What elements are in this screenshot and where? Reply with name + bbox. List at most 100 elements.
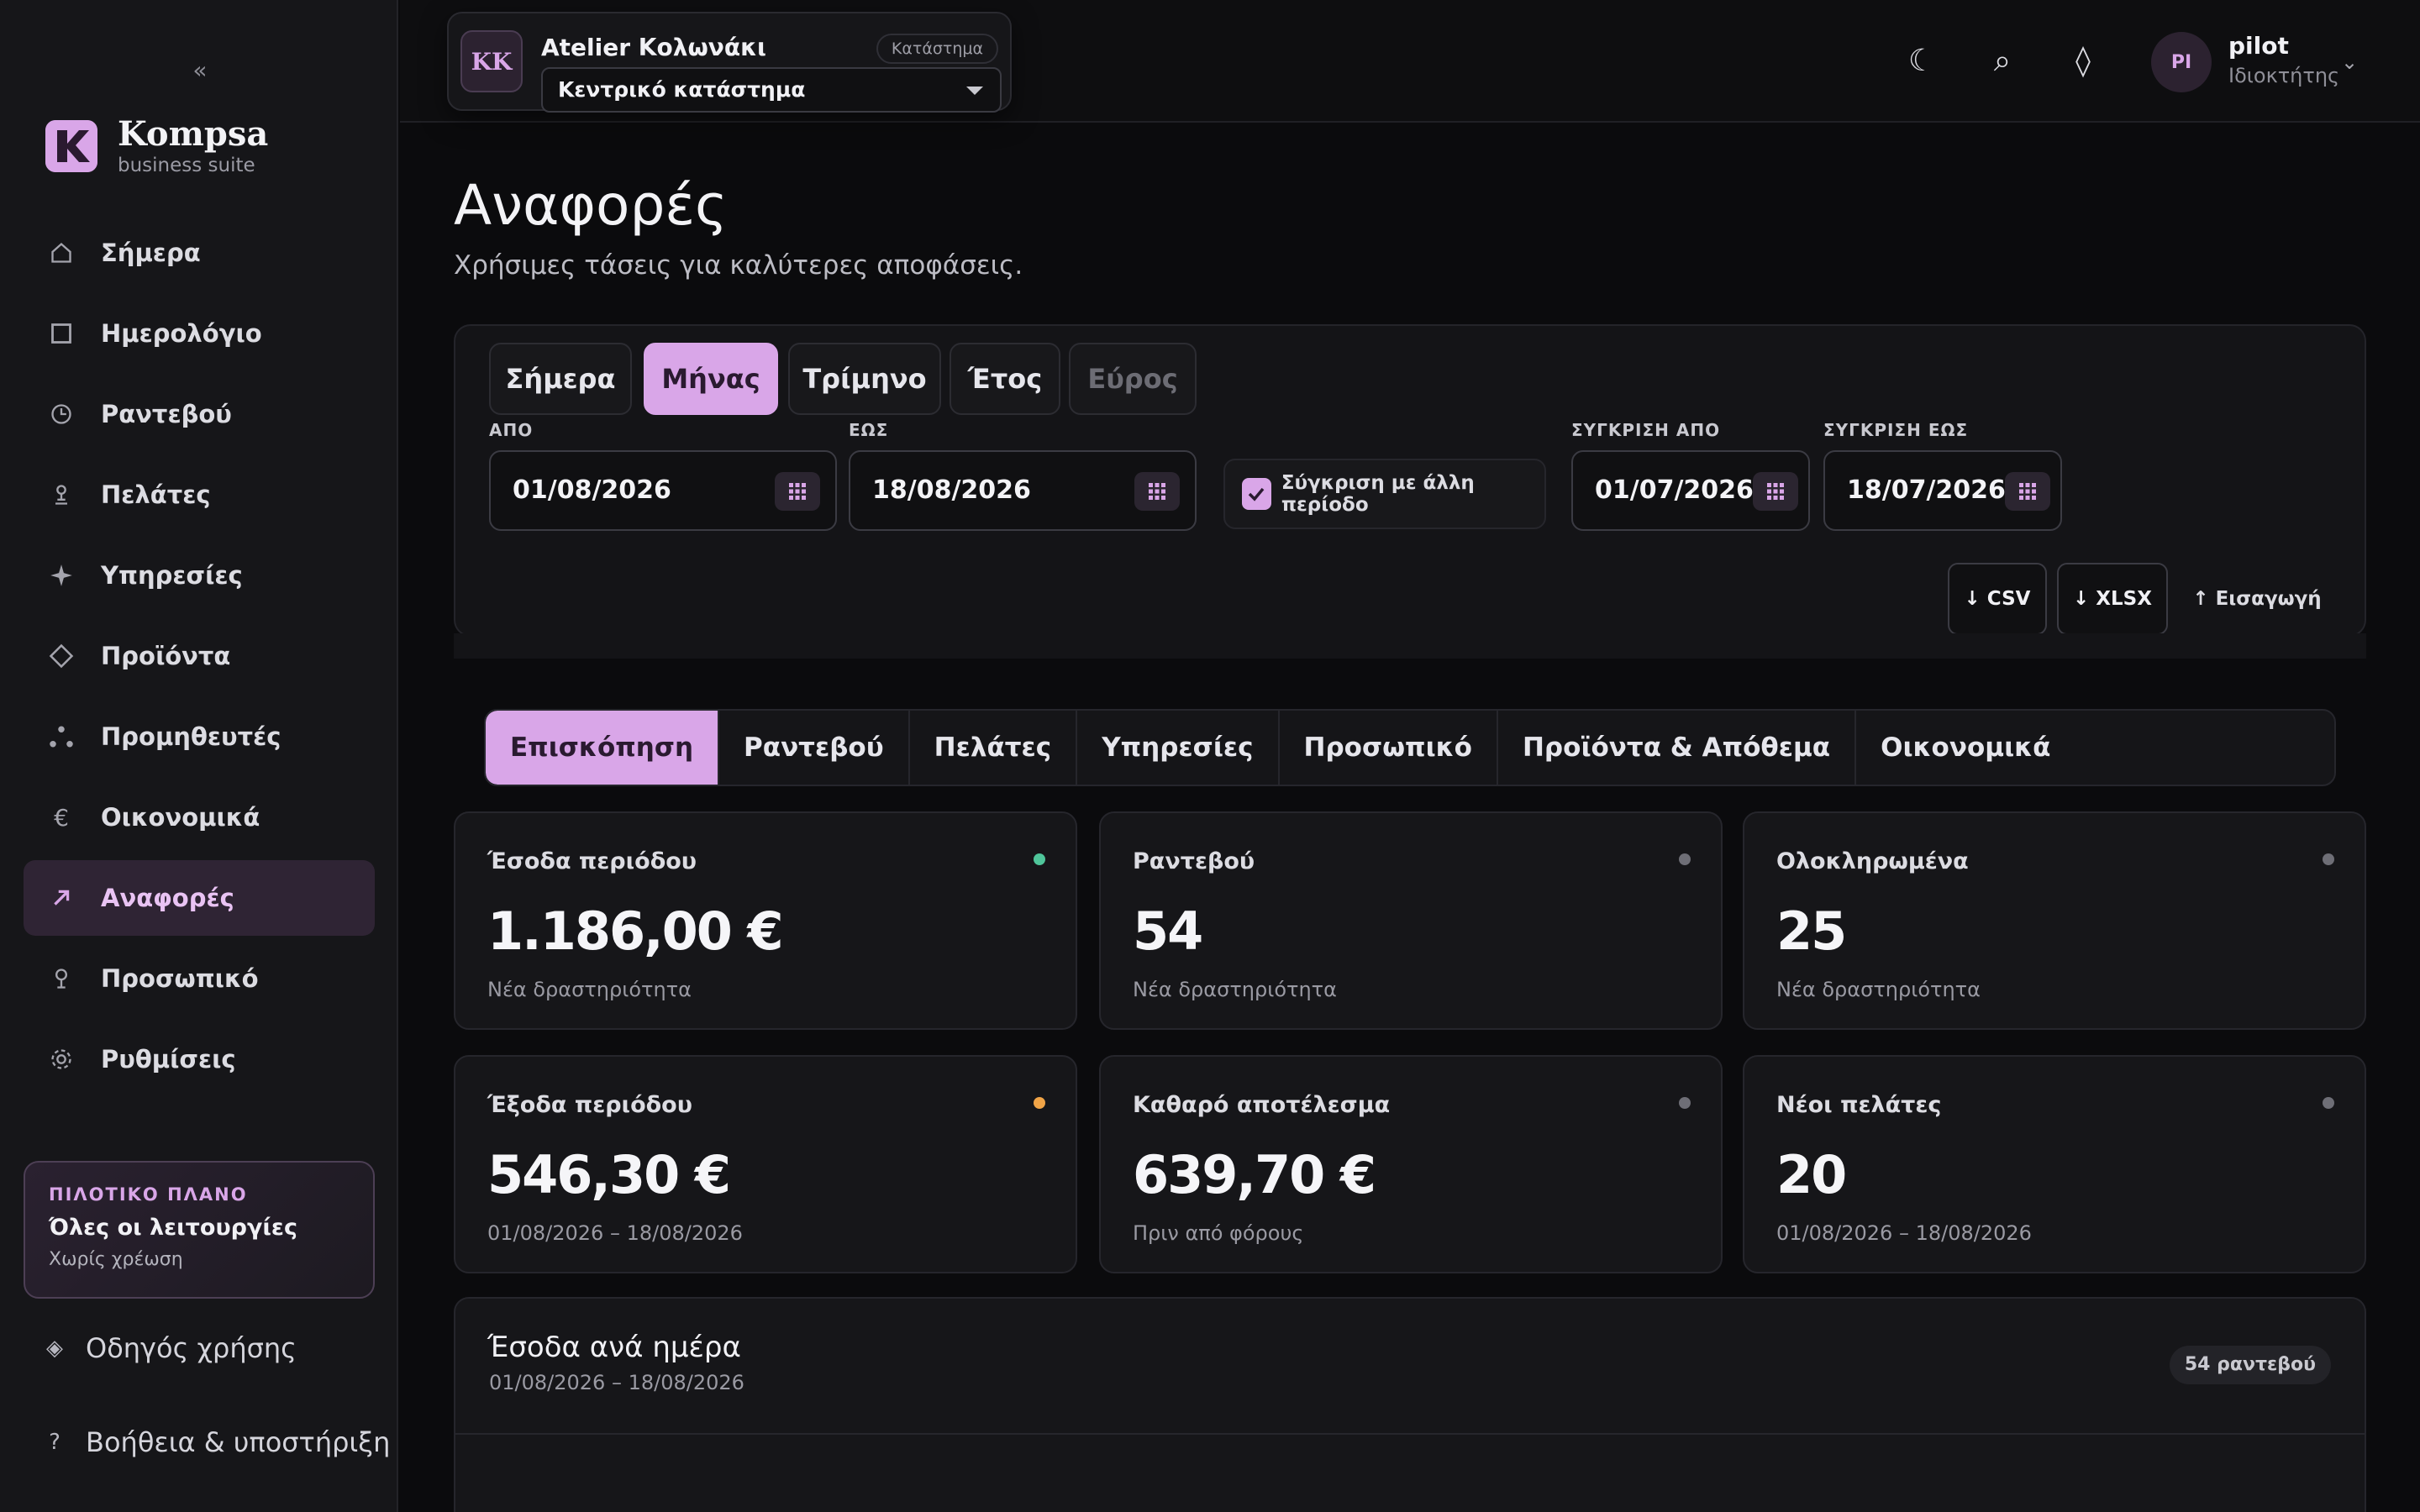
kpi-card-revenue: Έσοδα περιόδου 1.186,00 € Νέα δραστηριότ…: [454, 811, 1077, 1030]
user-guide-label: Οδηγός χρήσης: [86, 1332, 297, 1364]
period-tab-quarter[interactable]: Τρίμηνο: [788, 343, 941, 415]
calendar-icon[interactable]: [775, 472, 820, 511]
sidebar-item-staff[interactable]: Προσωπικό: [24, 941, 375, 1016]
help-support-link[interactable]: ? Βοήθεια & υποστήριξη: [42, 1426, 390, 1458]
sidebar-item-finance[interactable]: € Οικονομικά: [24, 780, 375, 855]
tab-appointments[interactable]: Ραντεβού: [719, 711, 910, 785]
sidebar-item-appointments[interactable]: Ραντεβού: [24, 376, 375, 452]
tab-overview[interactable]: Επισκόπηση: [486, 711, 720, 785]
plan-kicker: ΠΙΛΟΤΙΚΟ ΠΛΑΝΟ: [49, 1184, 248, 1205]
to-date-input[interactable]: 18/08/2026: [849, 450, 1197, 531]
compare-period-checkbox[interactable]: Σύγκριση με άλλη περίοδο: [1223, 459, 1546, 529]
from-label: ΑΠΟ: [489, 420, 534, 440]
period-tab-range[interactable]: Εύρος: [1069, 343, 1197, 415]
kpi-title: Ραντεβού: [1133, 848, 1255, 874]
from-date-input[interactable]: 01/08/2026: [489, 450, 837, 531]
status-dot: [1034, 1097, 1045, 1109]
branch-select[interactable]: Κεντρικό κατάστημα: [541, 67, 1002, 113]
tab-staff[interactable]: Προσωπικό: [1280, 711, 1498, 785]
compare-period-label: Σύγκριση με άλλη περίοδο: [1281, 472, 1475, 516]
help-support-label: Βοήθεια & υποστήριξη: [86, 1426, 391, 1458]
kpi-title: Έξοδα περιόδου: [487, 1092, 692, 1118]
kpi-note: 01/08/2026 – 18/08/2026: [487, 1221, 743, 1245]
help-icon: ?: [49, 1430, 60, 1455]
kpi-note: Νέα δραστηριότητα: [1776, 978, 1981, 1001]
period-tab-year[interactable]: Έτος: [950, 343, 1060, 415]
guide-icon: ◈: [46, 1336, 63, 1361]
compare-to-label: ΣΥΓΚΡΙΣΗ ΕΩΣ: [1823, 420, 1969, 440]
kpi-card-completed: Ολοκληρωμένα 25 Νέα δραστηριότητα: [1743, 811, 2366, 1030]
brand[interactable]: Kompsa business suite: [45, 116, 268, 176]
sidebar-item-reports[interactable]: Αναφορές: [24, 860, 375, 936]
sidebar-item-today[interactable]: Σήμερα: [24, 215, 375, 291]
sidebar-item-calendar[interactable]: Ημερολόγιο: [24, 296, 375, 371]
pilot-plan-card[interactable]: ΠΙΛΟΤΙΚΟ ΠΛΑΝΟ Όλες οι λειτουργίες Χωρίς…: [24, 1161, 375, 1299]
sidebar-item-label: Προϊόντα: [101, 642, 231, 670]
period-tab-today[interactable]: Σήμερα: [489, 343, 632, 415]
compare-to-date-input[interactable]: 18/07/2026: [1823, 450, 2062, 531]
theme-toggle-icon[interactable]: ☾: [1902, 42, 1941, 81]
user-guide-link[interactable]: ◈ Οδηγός χρήσης: [42, 1332, 297, 1364]
status-dot: [1034, 853, 1045, 865]
kpi-value: 546,30 €: [487, 1144, 731, 1205]
kpi-title: Έσοδα περιόδου: [487, 848, 697, 874]
plan-title: Όλες οι λειτουργίες: [49, 1215, 297, 1241]
chart-date-range: 01/08/2026 – 18/08/2026: [489, 1371, 744, 1394]
sidebar-item-label: Ημερολόγιο: [101, 319, 262, 348]
status-dot: [2323, 1097, 2334, 1109]
tab-finance[interactable]: Οικονομικά: [1856, 711, 2075, 785]
compare-from-date-input[interactable]: 01/07/2026: [1571, 450, 1810, 531]
sidebar-item-label: Οικονομικά: [101, 803, 260, 832]
checkbox-checked-icon[interactable]: [1242, 478, 1271, 510]
calendar-icon: [47, 319, 76, 348]
sidebar-item-label: Ραντεβού: [101, 400, 232, 428]
collapse-sidebar-button[interactable]: «: [187, 57, 213, 84]
sparkle-icon: [47, 561, 76, 590]
compare-to-date-value: 18/07/2026: [1847, 475, 2006, 505]
kpi-value: 54: [1133, 900, 1203, 962]
sidebar-item-clients[interactable]: Πελάτες: [24, 457, 375, 533]
store-switcher[interactable]: KK Atelier Κολωνάκι Κατάστημα Κεντρικό κ…: [447, 12, 1012, 113]
sidebar-item-label: Αναφορές: [101, 884, 234, 912]
status-dot: [1679, 1097, 1691, 1109]
tab-clients[interactable]: Πελάτες: [910, 711, 1078, 785]
page-title: Αναφορές: [454, 173, 728, 238]
avatar[interactable]: PI: [2151, 32, 2212, 92]
to-date-value: 18/08/2026: [872, 475, 1031, 505]
compare-from-date-value: 01/07/2026: [1595, 475, 1754, 505]
store-avatar: KK: [460, 30, 523, 92]
euro-icon: €: [54, 803, 69, 832]
period-tab-month[interactable]: Μήνας: [644, 343, 778, 415]
user-name[interactable]: pilot: [2228, 32, 2289, 60]
calendar-icon[interactable]: [1134, 472, 1180, 511]
sidebar-item-services[interactable]: Υπηρεσίες: [24, 538, 375, 613]
export-xlsx-button[interactable]: ↓ XLSX: [2057, 563, 2168, 635]
sidebar-item-label: Ρυθμίσεις: [101, 1045, 236, 1074]
chevron-down-icon[interactable]: ⌄: [2341, 50, 2358, 74]
sidebar-item-products[interactable]: Προϊόντα: [24, 618, 375, 694]
chart-title: Έσοδα ανά ημέρα: [487, 1331, 741, 1364]
from-date-value: 01/08/2026: [513, 475, 671, 505]
tab-products-stock[interactable]: Προϊόντα & Απόθεμα: [1498, 711, 1857, 785]
search-icon[interactable]: ⌕: [1983, 42, 2022, 81]
kpi-value: 639,70 €: [1133, 1144, 1376, 1205]
clock-icon: [47, 400, 76, 428]
kpi-note: Νέα δραστηριότητα: [1133, 978, 1337, 1001]
kpi-card-appointments: Ραντεβού 54 Νέα δραστηριότητα: [1099, 811, 1723, 1030]
divider: [455, 1433, 2365, 1435]
home-icon: [47, 239, 76, 267]
status-dot: [1679, 853, 1691, 865]
staff-icon: [47, 964, 76, 993]
kpi-value: 20: [1776, 1144, 1847, 1205]
calendar-icon[interactable]: [2005, 472, 2050, 511]
sidebar-item-suppliers[interactable]: Προμηθευτές: [24, 699, 375, 774]
tab-services[interactable]: Υπηρεσίες: [1077, 711, 1280, 785]
import-button[interactable]: ↑ Εισαγωγή: [2180, 563, 2334, 635]
diamond-icon[interactable]: ◊: [2064, 42, 2102, 81]
calendar-icon[interactable]: [1753, 472, 1798, 511]
diamond-icon: [47, 642, 76, 670]
kpi-card-new-clients: Νέοι πελάτες 20 01/08/2026 – 18/08/2026: [1743, 1055, 2366, 1273]
sidebar-item-settings[interactable]: Ρυθμίσεις: [24, 1021, 375, 1097]
export-csv-button[interactable]: ↓ CSV: [1948, 563, 2047, 635]
sidebar: « Kompsa business suite Σήμερα Ημερολόγι…: [0, 0, 398, 1512]
